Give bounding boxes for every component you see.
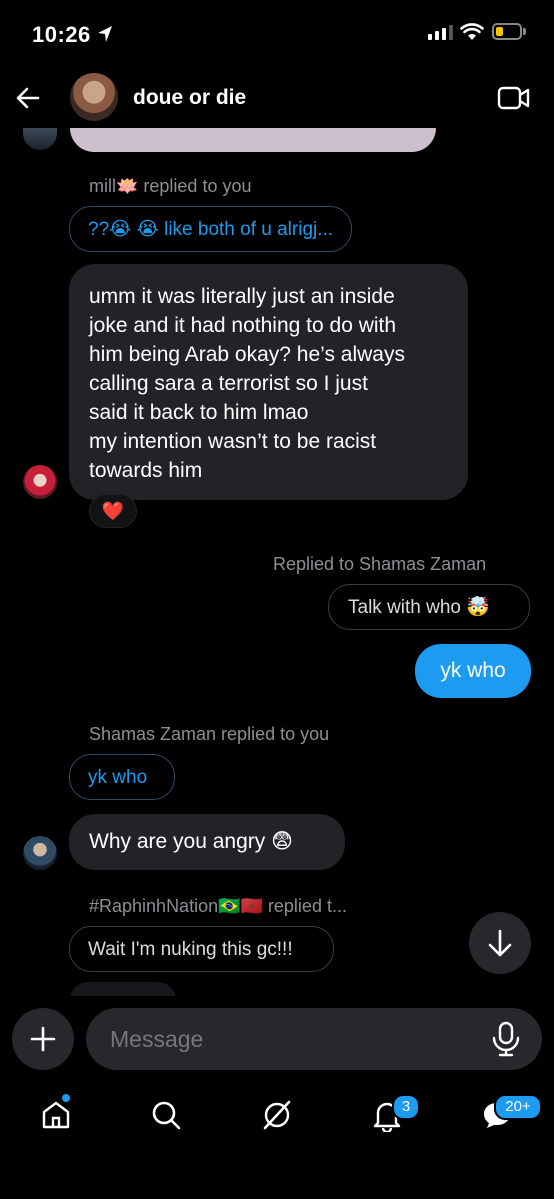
battery-icon — [492, 23, 522, 40]
message-bubble-sent[interactable]: yk who — [415, 644, 531, 698]
wifi-icon — [460, 23, 484, 40]
message-line: umm it was literally just an inside — [89, 285, 395, 308]
conversation-avatar[interactable] — [70, 73, 118, 121]
location-arrow-icon — [98, 26, 112, 42]
home-unread-dot — [62, 1094, 70, 1102]
message-line: calling sara a terrorist so I just — [89, 372, 368, 395]
message-bubble[interactable]: umm it was literally just an inside joke… — [69, 264, 468, 500]
quoted-reply[interactable]: Wait I'm nuking this gc!!! — [69, 926, 334, 972]
message-line: said it back to him lmao — [89, 401, 309, 424]
message-line: towards him — [89, 459, 203, 482]
cell-signal-icon — [428, 25, 453, 40]
microphone-icon[interactable] — [491, 1021, 521, 1057]
message-line: my intention wasn’t to be racist — [89, 430, 377, 453]
tab-grok[interactable] — [247, 1092, 307, 1138]
media-attachment[interactable] — [70, 128, 436, 152]
reply-context: #RaphinhNation🇧🇷🇲🇦 replied t... — [89, 896, 347, 916]
conversation-title[interactable]: doue or die — [133, 86, 246, 110]
message-line: him being Arab okay? he’s always — [89, 343, 405, 366]
reply-context: mill🪷 replied to you — [89, 176, 252, 196]
battery-cap — [523, 28, 526, 35]
tab-search[interactable] — [136, 1092, 196, 1138]
tab-home[interactable] — [26, 1092, 86, 1138]
quoted-reply[interactable]: Talk with who 🤯 — [328, 584, 530, 630]
reply-context: Replied to Shamas Zaman — [273, 554, 487, 574]
reply-context: Shamas Zaman replied to you — [89, 724, 330, 744]
avatar[interactable] — [23, 128, 57, 150]
messages-badge: 20+ — [494, 1094, 542, 1120]
avatar[interactable] — [23, 465, 57, 499]
video-call-icon[interactable] — [497, 85, 531, 111]
quoted-reply[interactable]: yk who — [69, 754, 175, 800]
grok-icon — [263, 1100, 291, 1130]
status-time: 10:26 — [32, 22, 91, 47]
message-bubble[interactable]: Why are you angry 😨 — [69, 814, 345, 870]
message-line: joke and it had nothing to do with — [89, 314, 397, 337]
scroll-to-bottom-button[interactable] — [469, 912, 531, 974]
add-attachment-button[interactable] — [12, 1008, 74, 1070]
search-icon — [152, 1101, 181, 1130]
back-arrow-icon[interactable] — [14, 84, 42, 112]
plus-icon — [30, 1026, 56, 1052]
notifications-badge: 3 — [392, 1094, 420, 1120]
arrow-down-icon — [488, 929, 512, 957]
quoted-reply[interactable]: ??😭 😭 like both of u alrigj... — [69, 206, 353, 252]
home-icon — [42, 1101, 70, 1129]
avatar[interactable] — [23, 836, 57, 870]
reaction-heart[interactable]: ❤️ — [89, 494, 137, 528]
message-input[interactable] — [86, 1008, 542, 1070]
